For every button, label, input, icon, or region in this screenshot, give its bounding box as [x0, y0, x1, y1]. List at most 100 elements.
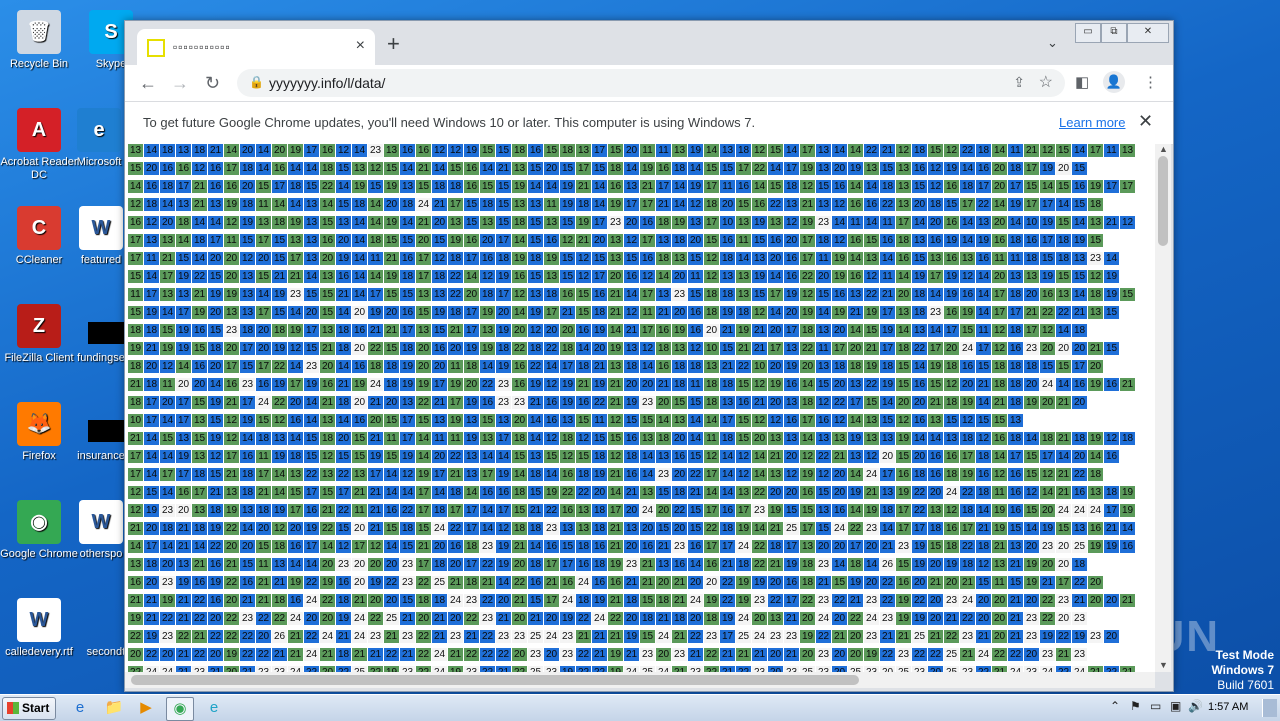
- scroll-down-icon[interactable]: ▼: [1159, 660, 1168, 670]
- grid-cell: 16: [736, 180, 751, 193]
- grid-cell: 19: [272, 504, 287, 517]
- taskbar-ie-icon[interactable]: e: [68, 697, 92, 719]
- battery-icon[interactable]: ▭: [1150, 699, 1161, 713]
- grid-cell: 13: [608, 234, 623, 247]
- learn-more-link[interactable]: Learn more: [1059, 115, 1125, 130]
- window-close-button[interactable]: ✕: [1127, 23, 1169, 43]
- taskbar-media-player-icon[interactable]: ▶: [134, 697, 158, 719]
- grid-cell: 16: [688, 306, 703, 319]
- grid-cell: 15: [976, 360, 991, 373]
- grid-cell: 13: [304, 234, 319, 247]
- restore-button[interactable]: ⧉: [1101, 23, 1127, 43]
- grid-cell: 19: [848, 576, 863, 589]
- grid-cell: 14: [512, 468, 527, 481]
- grid-cell: 15: [192, 396, 207, 409]
- tab-close-icon[interactable]: ×: [356, 37, 365, 55]
- grid-row: 22 19 23 22 21 22 22 22 20 26 21 22 24 21 24 23 21 23 22 21…: [128, 630, 1150, 648]
- grid-cell: 22: [192, 270, 207, 283]
- clock[interactable]: 1:57 AM: [1208, 701, 1248, 713]
- grid-cell: 16: [288, 594, 303, 607]
- grid-cell: 14: [592, 198, 607, 211]
- grid-cell: 24: [864, 612, 879, 625]
- taskbar-edge-icon[interactable]: e: [202, 697, 226, 719]
- grid-cell: 15: [240, 234, 255, 247]
- taskbar-explorer-icon[interactable]: 📁: [102, 697, 126, 719]
- grid-cell: 21: [608, 378, 623, 391]
- url-text[interactable]: yyyyyyy.info/l/data/: [269, 75, 385, 91]
- back-button[interactable]: ←: [139, 71, 157, 95]
- grid-cell: 18: [1024, 360, 1039, 373]
- new-tab-button[interactable]: +: [387, 33, 400, 55]
- show-desktop-button[interactable]: [1262, 699, 1277, 717]
- grid-cell: 21: [928, 396, 943, 409]
- grid-cell: 19: [1104, 540, 1119, 553]
- tab-search-chevron-icon[interactable]: ⌄: [1047, 35, 1058, 51]
- grid-cell: 13: [864, 162, 879, 175]
- lock-icon[interactable]: 🔒: [249, 75, 264, 89]
- grid-cell: 13: [576, 522, 591, 535]
- taskbar-chrome-icon[interactable]: ◉: [166, 697, 194, 721]
- grid-cell: 17: [944, 324, 959, 337]
- address-bar[interactable]: 🔒 yyyyyyy.info/l/data/ ⇪ ☆: [237, 69, 1065, 97]
- grid-cell: 18: [656, 216, 671, 229]
- browser-tab[interactable]: ▫▫▫▫▫▫▫▫▫▫▫ ×: [137, 29, 375, 65]
- minimize-button[interactable]: ▭: [1075, 23, 1101, 43]
- grid-cell: 21: [736, 648, 751, 661]
- share-icon[interactable]: ⇪: [1013, 74, 1025, 91]
- grid-cell: 12: [800, 450, 815, 463]
- grid-cell: 20: [928, 612, 943, 625]
- profile-avatar-icon[interactable]: 👤: [1103, 71, 1125, 93]
- grid-cell: 15: [688, 504, 703, 517]
- grid-cell: 17: [960, 522, 975, 535]
- grid-cell: 19: [400, 360, 415, 373]
- vertical-scrollbar[interactable]: ▲ ▼: [1155, 144, 1171, 672]
- grid-cell: 17: [640, 198, 655, 211]
- grid-cell: 15: [960, 324, 975, 337]
- grid-cell: 14: [768, 270, 783, 283]
- grid-cell: 17: [848, 396, 863, 409]
- show-hidden-icons-icon[interactable]: ⌃: [1110, 699, 1120, 713]
- grid-cell: 17: [176, 306, 191, 319]
- grid-cell: 22: [512, 342, 527, 355]
- desktop-icon[interactable]: 🗑 Recycle Bin: [0, 10, 78, 71]
- side-panel-icon[interactable]: ◧: [1075, 73, 1089, 91]
- grid-cell: 17: [208, 234, 223, 247]
- grid-cell: 22: [832, 396, 847, 409]
- grid-cell: 14: [272, 468, 287, 481]
- grid-cell: 20: [544, 324, 559, 337]
- reload-button[interactable]: ↻: [205, 71, 220, 95]
- grid-cell: 11: [128, 288, 143, 301]
- grid-cell: 23: [480, 612, 495, 625]
- grid-cell: 18: [544, 288, 559, 301]
- action-center-flag-icon[interactable]: ⚑: [1130, 699, 1141, 713]
- grid-cell: 16: [512, 378, 527, 391]
- grid-cell: 13: [352, 162, 367, 175]
- taskbar: Start e 📁 ▶ ◉ e ⌃ ⚑ ▭ ▣ 🔊 1:57 AM: [0, 694, 1280, 721]
- horizontal-scroll-thumb[interactable]: [131, 675, 859, 685]
- start-button[interactable]: Start: [2, 697, 56, 720]
- desktop-icon[interactable]: Wcalledevery.rtf: [0, 598, 78, 659]
- vertical-scroll-thumb[interactable]: [1158, 156, 1168, 246]
- grid-cell: 14: [144, 450, 159, 463]
- grid-cell: 21: [448, 468, 463, 481]
- grid-cell: 23: [240, 378, 255, 391]
- grid-cell: 20: [656, 648, 671, 661]
- forward-button[interactable]: →: [171, 71, 189, 95]
- volume-icon[interactable]: 🔊: [1188, 699, 1203, 713]
- grid-cell: 21: [1008, 558, 1023, 571]
- bookmark-star-icon[interactable]: ☆: [1039, 72, 1053, 92]
- network-icon[interactable]: ▣: [1170, 699, 1181, 713]
- grid-cell: 15: [336, 162, 351, 175]
- grid-cell: 14: [144, 270, 159, 283]
- grid-cell: 20: [960, 378, 975, 391]
- grid-cell: 21: [1008, 594, 1023, 607]
- scroll-up-icon[interactable]: ▲: [1159, 144, 1168, 154]
- grid-cell: 20: [176, 378, 191, 391]
- grid-cell: 19: [448, 378, 463, 391]
- grid-cell: 20: [624, 612, 639, 625]
- menu-icon[interactable]: ⋮: [1143, 73, 1158, 91]
- grid-cell: 22: [368, 612, 383, 625]
- horizontal-scrollbar[interactable]: [125, 672, 1155, 688]
- infobar-close-icon[interactable]: ✕: [1138, 111, 1153, 132]
- grid-cell: 11: [880, 216, 895, 229]
